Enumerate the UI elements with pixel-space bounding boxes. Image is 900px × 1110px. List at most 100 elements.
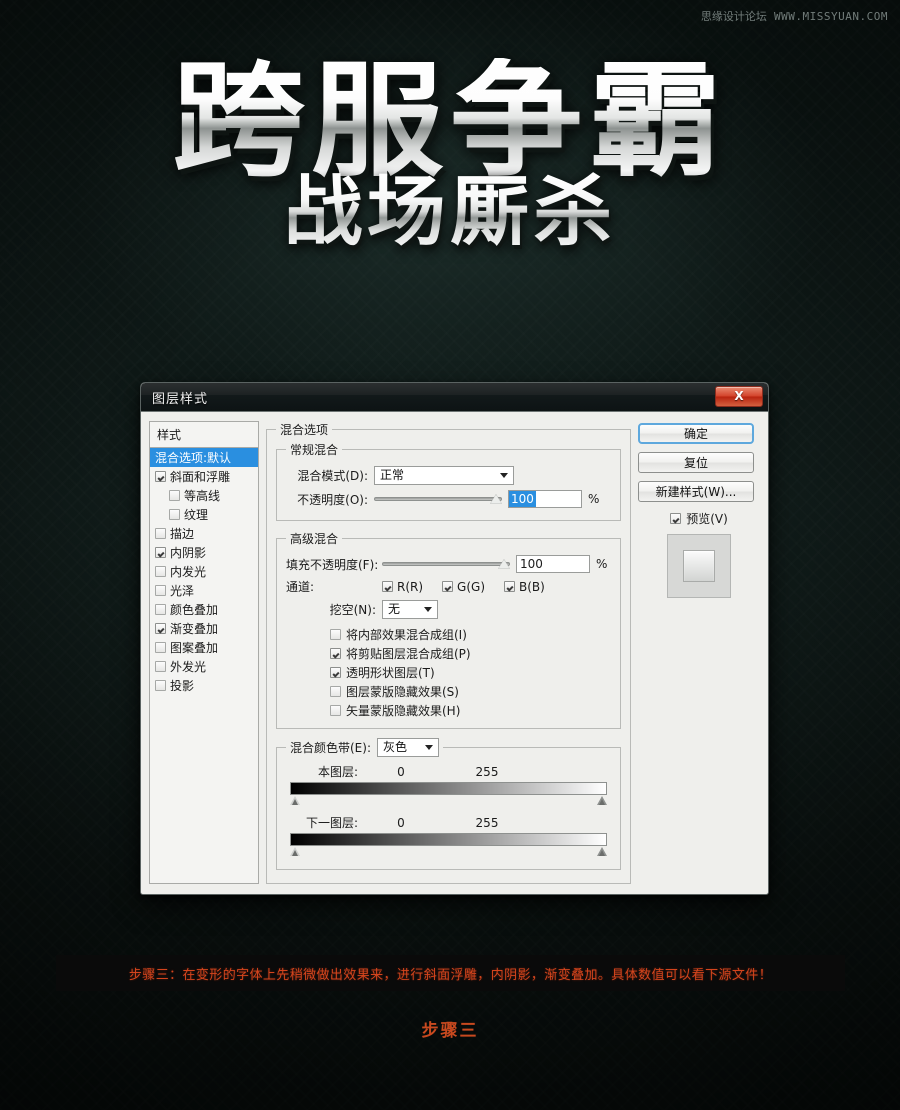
ok-button[interactable]: 确定 (638, 423, 754, 444)
checkbox-icon[interactable] (330, 686, 341, 697)
checkbox-icon[interactable] (442, 581, 454, 592)
blend-mode-select[interactable]: 正常 (374, 466, 514, 485)
sidebar-item-pattern-overlay[interactable]: 图案叠加 (150, 638, 258, 657)
sidebar-item-texture[interactable]: 纹理 (150, 505, 258, 524)
general-blending-group: 常规混合 混合模式(D): 正常 不透明度(O): 100 % (276, 441, 621, 521)
checkbox-icon[interactable] (330, 629, 341, 640)
channels-row: 通道: R(R) G(G) B(B) (286, 578, 611, 595)
opacity-slider[interactable] (374, 492, 502, 506)
checkbox-icon[interactable] (155, 642, 166, 653)
checkbox-icon[interactable] (670, 513, 682, 524)
this-layer-slider[interactable] (290, 782, 607, 808)
sidebar-item-label: 等高线 (184, 489, 221, 503)
checkbox-layer-mask-hides-effects[interactable]: 图层蒙版隐藏效果(S) (330, 683, 611, 700)
dialog-buttons-panel: 确定 复位 新建样式(W)... 预览(V) (638, 421, 760, 884)
opacity-label: 不透明度(O): (297, 492, 368, 507)
this-layer-white-stop[interactable] (597, 796, 607, 805)
checkbox-icon[interactable] (330, 648, 341, 659)
channel-g-label: G(G) (457, 579, 486, 594)
underlying-layer-slider[interactable] (290, 833, 607, 859)
checkbox-icon[interactable] (155, 661, 166, 672)
sidebar-item-label: 内阴影 (170, 546, 207, 560)
styles-list[interactable]: 混合选项:默认 斜面和浮雕 等高线 纹理 描边 内阴影 内发光 光泽 颜色叠加 … (149, 447, 259, 884)
blend-mode-label: 混合模式(D): (297, 469, 368, 483)
checkbox-icon[interactable] (155, 604, 166, 615)
watermark-site-url: WWW.MISSYUAN.COM (774, 10, 888, 23)
sidebar-item-inner-shadow[interactable]: 内阴影 (150, 543, 258, 562)
sidebar-item-drop-shadow[interactable]: 投影 (150, 676, 258, 695)
fill-opacity-slider[interactable] (382, 557, 510, 571)
underlying-layer-white-stop[interactable] (597, 847, 607, 856)
blend-mode-row: 混合模式(D): 正常 (286, 466, 611, 485)
checkbox-icon[interactable] (155, 623, 166, 634)
underlying-layer-label: 下一图层: (305, 816, 358, 830)
this-layer-gradient-bar (290, 782, 607, 795)
sidebar-item-outer-glow[interactable]: 外发光 (150, 657, 258, 676)
checkbox-icon[interactable] (155, 585, 166, 596)
checkbox-icon[interactable] (155, 566, 166, 577)
sidebar-item-label: 描边 (170, 527, 195, 541)
checkbox-blend-interior-effects[interactable]: 将内部效果混合成组(I) (330, 626, 611, 643)
fill-opacity-input[interactable]: 100 (516, 555, 590, 573)
opacity-input[interactable]: 100 (508, 490, 582, 508)
checkbox-transparency-shapes-layer[interactable]: 透明形状图层(T) (330, 664, 611, 681)
dialog-titlebar[interactable]: 图层样式 X (141, 383, 768, 412)
sidebar-item-color-overlay[interactable]: 颜色叠加 (150, 600, 258, 619)
opacity-slider-knob[interactable] (490, 494, 502, 504)
general-blending-legend: 常规混合 (290, 443, 339, 457)
sidebar-item-label: 内发光 (170, 565, 207, 579)
checkbox-icon[interactable] (382, 581, 393, 592)
checkbox-label: 矢量蒙版隐藏效果(H) (346, 704, 461, 718)
this-layer-min: 0 (397, 764, 405, 779)
sidebar-item-blending-options[interactable]: 混合选项:默认 (150, 448, 258, 467)
close-icon[interactable]: X (715, 386, 763, 407)
sidebar-item-bevel-emboss[interactable]: 斜面和浮雕 (150, 467, 258, 486)
caption-bar: 步骤三：在变形的字体上先稍微做出效果来，进行斜面浮雕，内阴影，渐变叠加。具体数值… (56, 955, 845, 991)
checkbox-blend-clipped-layers[interactable]: 将剪贴图层混合成组(P) (330, 645, 611, 662)
preview-checkbox-row[interactable]: 预览(V) (638, 510, 760, 527)
fill-opacity-slider-knob[interactable] (498, 559, 510, 569)
underlying-layer-black-stop[interactable] (290, 847, 300, 856)
checkbox-icon[interactable] (504, 581, 516, 592)
sidebar-item-satin[interactable]: 光泽 (150, 581, 258, 600)
sidebar-item-label: 图案叠加 (170, 641, 219, 655)
checkbox-icon[interactable] (155, 471, 166, 482)
sidebar-item-gradient-overlay[interactable]: 渐变叠加 (150, 619, 258, 638)
opacity-value: 100 (509, 491, 536, 507)
advanced-blending-legend: 高级混合 (290, 532, 339, 546)
reset-button[interactable]: 复位 (638, 452, 754, 473)
blend-if-legend: 混合颜色带(E): 灰色 (286, 738, 443, 757)
checkbox-icon[interactable] (330, 667, 341, 678)
knockout-select-wrap[interactable]: 无 (382, 600, 438, 619)
checkbox-icon[interactable] (330, 705, 341, 716)
this-layer-black-stop[interactable] (290, 796, 300, 805)
checkbox-icon[interactable] (155, 528, 166, 539)
new-style-button[interactable]: 新建样式(W)... (638, 481, 754, 502)
knockout-select[interactable]: 无 (382, 600, 438, 619)
channel-r[interactable]: R(R) (382, 580, 423, 594)
channels-label: 通道: (286, 580, 315, 594)
this-layer-max: 255 (475, 764, 499, 779)
sidebar-item-contour[interactable]: 等高线 (150, 486, 258, 505)
channel-b[interactable]: B(B) (504, 580, 545, 594)
sidebar-item-inner-glow[interactable]: 内发光 (150, 562, 258, 581)
checkbox-icon[interactable] (155, 680, 166, 691)
fill-opacity-label: 填充不透明度(F): (286, 557, 379, 572)
blend-if-channel-select[interactable]: 灰色 (377, 738, 439, 757)
blend-mode-select-wrap[interactable]: 正常 (374, 466, 514, 485)
checkbox-icon[interactable] (155, 547, 166, 558)
checkbox-icon[interactable] (169, 490, 180, 501)
checkbox-icon[interactable] (169, 509, 180, 520)
underlying-layer-max: 255 (475, 815, 499, 830)
checkbox-label: 图层蒙版隐藏效果(S) (346, 685, 459, 699)
blending-options-group: 混合选项 常规混合 混合模式(D): 正常 不透明度(O): 100 % 高级混… (266, 421, 631, 884)
sidebar-item-label: 纹理 (184, 508, 209, 522)
checkbox-label: 将剪贴图层混合成组(P) (346, 647, 471, 661)
sidebar-item-stroke[interactable]: 描边 (150, 524, 258, 543)
site-watermark: 思缘设计论坛 WWW.MISSYUAN.COM (701, 8, 888, 24)
channel-g[interactable]: G(G) (442, 580, 485, 594)
checkbox-vector-mask-hides-effects[interactable]: 矢量蒙版隐藏效果(H) (330, 702, 611, 719)
blend-if-underlying-layer-row: 下一图层: 0 255 (286, 814, 611, 859)
sidebar-item-label: 渐变叠加 (170, 622, 219, 636)
blend-if-channel-select-wrap[interactable]: 灰色 (377, 738, 439, 757)
